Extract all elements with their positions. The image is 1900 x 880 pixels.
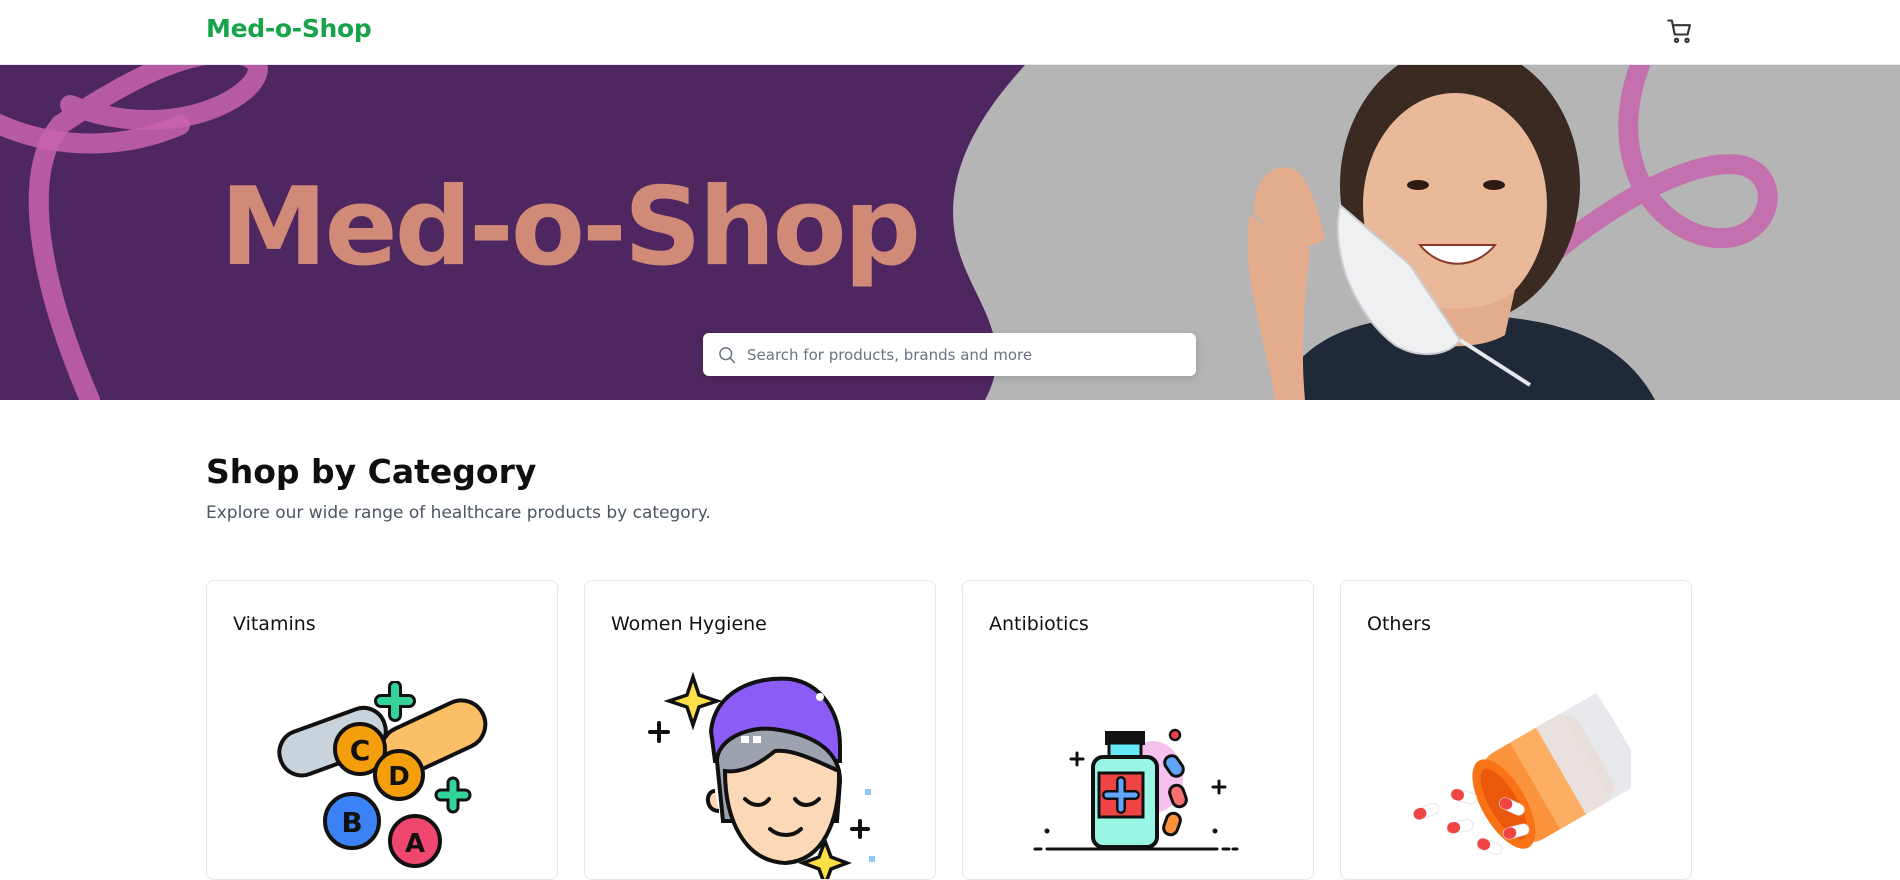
pill-bottle-icon: [1413, 692, 1631, 856]
section-title: Shop by Category: [206, 452, 537, 491]
antibiotics-icon: [1033, 728, 1239, 851]
svg-text:B: B: [341, 806, 362, 839]
category-card-title: Others: [1367, 613, 1431, 635]
top-nav: Med-o-Shop: [0, 0, 1900, 65]
category-card-title: Women Hygiene: [611, 613, 767, 635]
category-card-antibiotics[interactable]: Antibiotics: [962, 580, 1314, 880]
category-card-title: Vitamins: [233, 613, 316, 635]
search-icon: [719, 347, 736, 364]
women-hygiene-icon: [648, 671, 875, 879]
category-card-title: Antibiotics: [989, 613, 1089, 635]
vitamins-icon: C D B A: [277, 681, 488, 868]
search-input[interactable]: [747, 333, 1187, 376]
brand-logo[interactable]: Med-o-Shop: [206, 14, 372, 43]
hero-banner: Med-o-Shop: [0, 65, 1900, 400]
hero-title: Med-o-Shop: [220, 165, 921, 290]
svg-text:D: D: [388, 762, 410, 792]
search-bar[interactable]: [703, 333, 1196, 376]
category-card-others[interactable]: Others: [1340, 580, 1692, 880]
shopping-cart-icon[interactable]: [1666, 17, 1694, 45]
svg-text:C: C: [350, 734, 371, 767]
section-subtitle: Explore our wide range of healthcare pro…: [206, 503, 711, 523]
category-card-vitamins[interactable]: Vitamins C D B A: [206, 580, 558, 880]
category-card-women-hygiene[interactable]: Women Hygiene: [584, 580, 936, 880]
